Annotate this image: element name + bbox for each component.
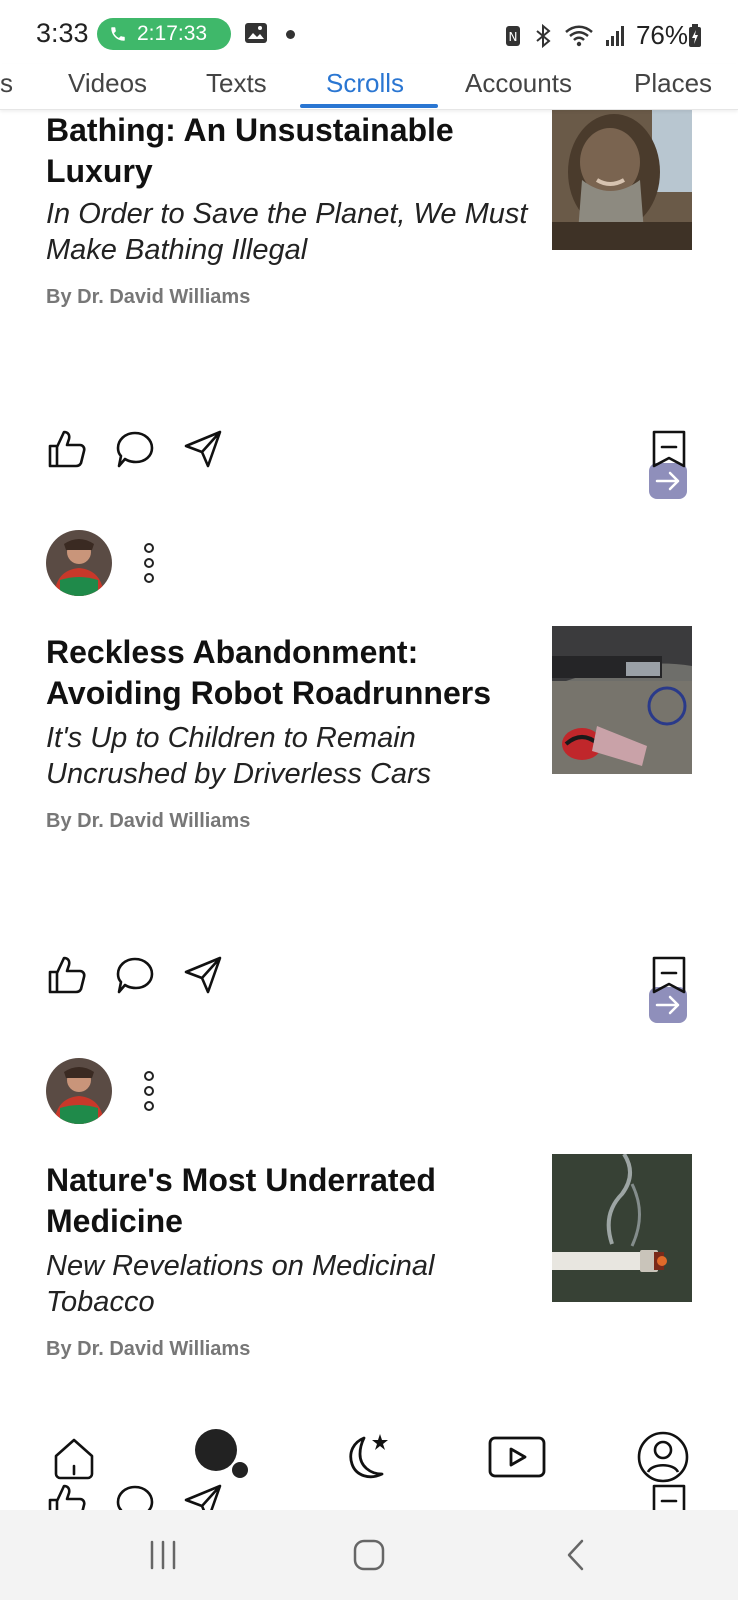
tab-partial[interactable]: s (0, 68, 13, 99)
more-options-icon[interactable] (142, 1071, 156, 1111)
status-bar: 3:33 2:17:33 N 76% (0, 0, 738, 64)
article-title[interactable]: Nature's Most Underrated Medicine (46, 1160, 526, 1242)
scroll-feed[interactable]: Bathing: An Unsustainable Luxury In Orde… (0, 110, 738, 1510)
wifi-icon (565, 25, 593, 46)
call-timer: 2:17:33 (137, 22, 208, 45)
share-icon[interactable] (182, 954, 224, 996)
profile-icon[interactable] (636, 1430, 690, 1484)
tab-accounts[interactable]: Accounts (465, 68, 572, 99)
share-icon[interactable] (182, 428, 224, 470)
article-subtitle: It's Up to Children to Remain Uncrushed … (46, 722, 432, 790)
comment-icon[interactable] (114, 428, 156, 470)
tab-scrolls[interactable]: Scrolls (326, 68, 404, 99)
signal-icon (605, 25, 624, 46)
gallery-icon (245, 23, 267, 43)
arrow-right-icon (655, 471, 680, 491)
article-card: Nature's Most Underrated Medicine New Re… (0, 1058, 738, 1478)
tab-places[interactable]: Places (634, 68, 712, 99)
tab-videos[interactable]: Videos (68, 68, 147, 99)
system-navigation-bar (0, 1510, 738, 1600)
thumbnail-image (552, 1154, 692, 1302)
arrow-right-icon (655, 995, 680, 1015)
article-subtitle: In Order to Save the Planet, We Must Mak… (46, 198, 528, 266)
like-icon[interactable] (46, 428, 88, 470)
back-icon[interactable] (560, 1538, 594, 1572)
article-card: Reckless Abandonment: Avoiding Robot Roa… (0, 530, 738, 1023)
avatar-image (46, 1058, 112, 1124)
author-avatar[interactable] (46, 1058, 112, 1124)
svg-text:N: N (508, 30, 517, 44)
video-icon[interactable] (488, 1434, 546, 1480)
article-thumbnail[interactable] (552, 1154, 692, 1302)
nfc-icon: N (505, 25, 520, 46)
avatar-image (46, 530, 112, 596)
article-byline[interactable]: By Dr. David Williams (46, 1338, 250, 1361)
article-card: Bathing: An Unsustainable Luxury In Orde… (0, 110, 738, 522)
active-tab-indicator (300, 104, 438, 108)
ongoing-call-pill[interactable]: 2:17:33 (97, 18, 231, 50)
moon-star-icon[interactable] (338, 1430, 394, 1486)
article-subtitle: New Revelations on Medicinal Tobacco (46, 1250, 435, 1318)
phone-icon (111, 27, 125, 41)
article-title[interactable]: Reckless Abandonment: Avoiding Robot Roa… (46, 632, 526, 714)
home-button-icon[interactable] (352, 1538, 386, 1572)
author-avatar[interactable] (46, 530, 112, 596)
bookmark-icon[interactable] (648, 428, 690, 470)
bluetooth-icon (536, 23, 551, 48)
bottom-navigation (0, 1420, 738, 1510)
more-options-icon[interactable] (142, 543, 156, 583)
dot-icon[interactable] (192, 1426, 252, 1486)
thumbnail-image (552, 626, 692, 774)
comment-icon[interactable] (114, 954, 156, 996)
article-title[interactable]: Bathing: An Unsustainable Luxury (46, 110, 526, 192)
tab-texts[interactable]: Texts (206, 68, 267, 99)
article-thumbnail[interactable] (552, 626, 692, 774)
article-byline[interactable]: By Dr. David Williams (46, 286, 250, 309)
like-icon[interactable] (46, 954, 88, 996)
category-tabs: s Videos Texts Scrolls Accounts Places (0, 64, 738, 110)
system-icons: N 76% (504, 20, 688, 51)
bookmark-icon[interactable] (648, 954, 690, 996)
home-icon[interactable] (50, 1434, 98, 1482)
battery-icon (689, 24, 701, 47)
thumbnail-image (552, 110, 692, 250)
notification-dot (286, 30, 295, 39)
article-byline[interactable]: By Dr. David Williams (46, 810, 250, 833)
article-thumbnail[interactable] (552, 110, 692, 250)
battery-percent: 76% (635, 20, 688, 50)
status-time: 3:33 (36, 18, 89, 48)
recent-apps-icon[interactable] (146, 1538, 180, 1572)
